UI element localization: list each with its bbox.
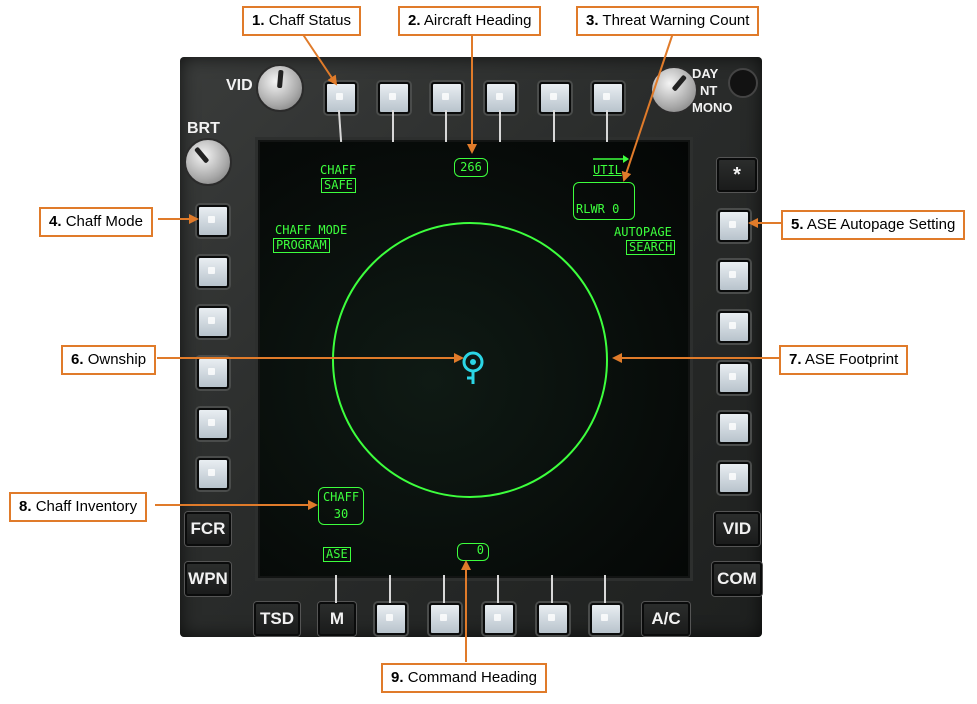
callout-chaff-mode: 4. Chaff Mode xyxy=(39,207,153,237)
callout-threat-warning-count: 3. Threat Warning Count xyxy=(576,6,760,36)
callout-ase-footprint: 7. ASE Footprint xyxy=(779,345,909,375)
callout-ownship: 6. Ownship xyxy=(61,345,157,375)
callout-command-heading: 9. Command Heading xyxy=(381,663,547,693)
callout-line-1 xyxy=(301,32,338,86)
callout-chaff-status: 1. Chaff Status xyxy=(242,6,361,36)
callout-chaff-inventory: 8. Chaff Inventory xyxy=(9,492,148,522)
callout-line-3 xyxy=(621,32,674,182)
callout-aircraft-heading: 2. Aircraft Heading xyxy=(398,6,542,36)
callout-ase-autopage: 5. ASE Autopage Setting xyxy=(781,210,966,240)
